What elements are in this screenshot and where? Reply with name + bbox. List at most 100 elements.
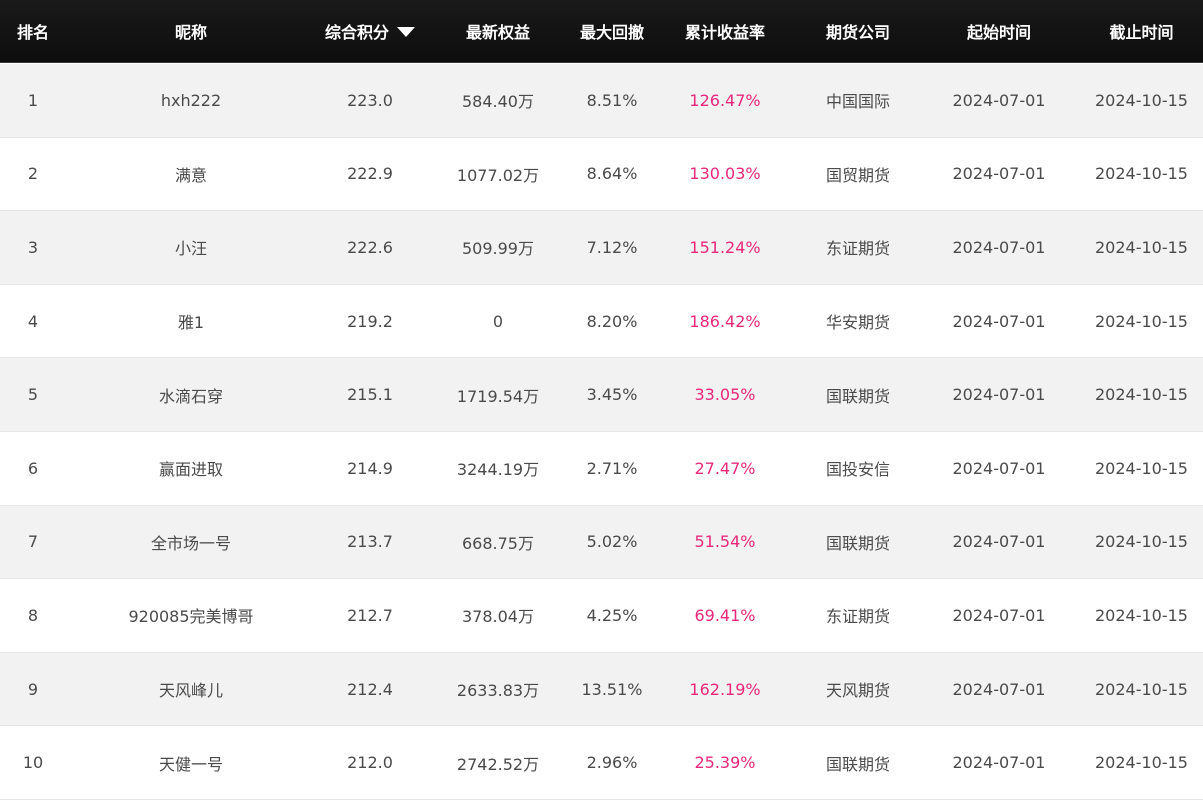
cell-rank: 2: [27, 164, 39, 184]
cell-cum-return: 69.41%: [694, 605, 756, 625]
cell-end-time: 2024-10-15: [1095, 458, 1188, 478]
cell-end-time: 2024-10-15: [1095, 237, 1188, 257]
cell-rank: 4: [27, 311, 39, 331]
cell-equity: 584.40万: [462, 92, 534, 112]
cell-equity: 0: [492, 311, 504, 331]
cell-equity: 378.04万: [462, 607, 534, 627]
table-row[interactable]: 1 hxh222 223.0 584.40万 8.51% 126.47% 中国国际 2024-…: [0, 64, 1203, 138]
cell-start-time: 2024-07-01: [952, 164, 1046, 184]
cell-start-time: 2024-07-01: [952, 532, 1046, 552]
cell-company: 华安期货: [825, 313, 890, 333]
header-start-time[interactable]: 起始时间: [918, 0, 1080, 62]
cell-cum-return: 162.19%: [689, 679, 761, 699]
header-company[interactable]: 期货公司: [798, 0, 918, 62]
table-row[interactable]: 3 小汪 222.6 509.99万 7.12% 151.24% 东证期货 2024-07-0…: [0, 211, 1203, 285]
header-nickname[interactable]: 昵称: [66, 0, 316, 62]
table-row[interactable]: 7 全市场一号 213.7 668.75万 5.02% 51.54% 国联期货 2024-07…: [0, 505, 1203, 580]
table-row[interactable]: 5 水滴石穿 215.1 1719.54万 3.45% 33.05% 国联期货 2024-07…: [0, 358, 1203, 432]
cell-end-time: 2024-10-15: [1095, 164, 1188, 184]
cell-max-drawdown: 7.12%: [586, 237, 638, 257]
cell-rank: 8: [27, 605, 39, 625]
cell-score: 223.0: [347, 90, 393, 110]
cell-cum-return: 130.03%: [689, 164, 761, 184]
cell-score: 212.7: [347, 605, 393, 625]
cell-score: 222.6: [347, 237, 393, 257]
cell-max-drawdown: 8.20%: [586, 311, 638, 331]
cell-equity: 3244.19万: [456, 460, 540, 480]
cell-start-time: 2024-07-01: [952, 311, 1046, 331]
cell-company: 国联期货: [825, 754, 890, 774]
header-rank[interactable]: 排名: [0, 0, 66, 62]
header-equity[interactable]: 最新权益: [424, 0, 572, 62]
cell-end-time: 2024-10-15: [1095, 532, 1188, 552]
table-row[interactable]: 4 雅1 219.2 0 8.20% 186.42% 华安期货 2024-07-01 2024-…: [0, 284, 1203, 359]
cell-rank: 6: [27, 458, 39, 478]
cell-cum-return: 25.39%: [694, 753, 756, 773]
table-row[interactable]: 2 满意 222.9 1077.02万 8.64% 130.03% 国贸期货 2024-07-…: [0, 137, 1203, 212]
cell-score: 219.2: [347, 311, 393, 331]
cell-nickname: 满意: [174, 165, 207, 185]
cell-equity: 2742.52万: [456, 754, 540, 774]
cell-score: 222.9: [347, 164, 393, 184]
cell-company: 国投安信: [825, 460, 890, 480]
ranking-table: 排名 昵称 综合积分 最新权益 最大回撤 累计收益率 期货公司 起始时间 截止时…: [0, 0, 1203, 800]
cell-rank: 10: [22, 753, 44, 773]
cell-rank: 9: [27, 679, 39, 699]
cell-cum-return: 186.42%: [689, 311, 761, 331]
caret-down-icon[interactable]: [397, 27, 415, 37]
cell-equity: 668.75万: [462, 533, 534, 553]
cell-company: 国联期货: [825, 533, 890, 553]
cell-cum-return: 126.47%: [689, 90, 761, 110]
cell-equity: 509.99万: [462, 239, 534, 259]
table-body: 1 hxh222 223.0 584.40万 8.51% 126.47% 中国国际 2024-…: [0, 64, 1203, 800]
cell-score: 213.7: [347, 532, 393, 552]
cell-nickname: 天健一号: [158, 754, 223, 774]
cell-start-time: 2024-07-01: [952, 237, 1046, 257]
cell-equity: 1077.02万: [456, 165, 540, 185]
cell-score: 214.9: [347, 458, 393, 478]
cell-cum-return: 33.05%: [694, 385, 756, 405]
cell-rank: 7: [27, 532, 39, 552]
cell-equity: 2633.83万: [456, 681, 540, 701]
cell-max-drawdown: 3.45%: [586, 385, 638, 405]
cell-company: 天风期货: [825, 681, 890, 701]
cell-cum-return: 151.24%: [689, 237, 761, 257]
cell-nickname: 全市场一号: [150, 533, 231, 553]
cell-start-time: 2024-07-01: [952, 90, 1046, 110]
cell-max-drawdown: 5.02%: [586, 532, 638, 552]
table-row[interactable]: 10 天健一号 212.0 2742.52万 2.96% 25.39% 国联期货 2024-0…: [0, 726, 1203, 800]
cell-company: 国联期货: [825, 386, 890, 406]
header-end-time[interactable]: 截止时间: [1080, 0, 1203, 62]
cell-company: 中国国际: [825, 92, 890, 112]
cell-max-drawdown: 2.96%: [586, 753, 638, 773]
header-max-drawdown[interactable]: 最大回撤: [572, 0, 652, 62]
table-row[interactable]: 8 920085完美博哥 212.7 378.04万 4.25% 69.41% 东证期货 20…: [0, 579, 1203, 653]
cell-company: 东证期货: [825, 607, 890, 627]
cell-score: 215.1: [347, 385, 393, 405]
cell-rank: 5: [27, 385, 39, 405]
cell-rank: 1: [27, 90, 39, 110]
header-score[interactable]: 综合积分: [316, 0, 424, 62]
cell-cum-return: 27.47%: [694, 458, 756, 478]
table-header: 排名 昵称 综合积分 最新权益 最大回撤 累计收益率 期货公司 起始时间 截止时…: [0, 0, 1203, 63]
cell-end-time: 2024-10-15: [1095, 753, 1188, 773]
cell-max-drawdown: 8.51%: [586, 90, 638, 110]
table-row[interactable]: 6 赢面进取 214.9 3244.19万 2.71% 27.47% 国投安信 2024-07…: [0, 431, 1203, 506]
cell-end-time: 2024-10-15: [1095, 90, 1188, 110]
cell-end-time: 2024-10-15: [1095, 679, 1188, 699]
cell-start-time: 2024-07-01: [952, 679, 1046, 699]
cell-company: 东证期货: [825, 239, 890, 259]
header-cum-return[interactable]: 累计收益率: [652, 0, 798, 62]
cell-end-time: 2024-10-15: [1095, 385, 1188, 405]
cell-max-drawdown: 4.25%: [586, 605, 638, 625]
cell-start-time: 2024-07-01: [952, 385, 1046, 405]
header-score-label: 综合积分: [324, 23, 389, 42]
cell-cum-return: 51.54%: [694, 532, 756, 552]
cell-equity: 1719.54万: [456, 386, 540, 406]
cell-nickname: 小汪: [174, 239, 207, 259]
table-row[interactable]: 9 天风峰儿 212.4 2633.83万 13.51% 162.19% 天风期货 2024-…: [0, 652, 1203, 727]
cell-start-time: 2024-07-01: [952, 458, 1046, 478]
cell-max-drawdown: 13.51%: [581, 679, 643, 699]
cell-max-drawdown: 2.71%: [586, 458, 638, 478]
cell-company: 国贸期货: [825, 165, 890, 185]
